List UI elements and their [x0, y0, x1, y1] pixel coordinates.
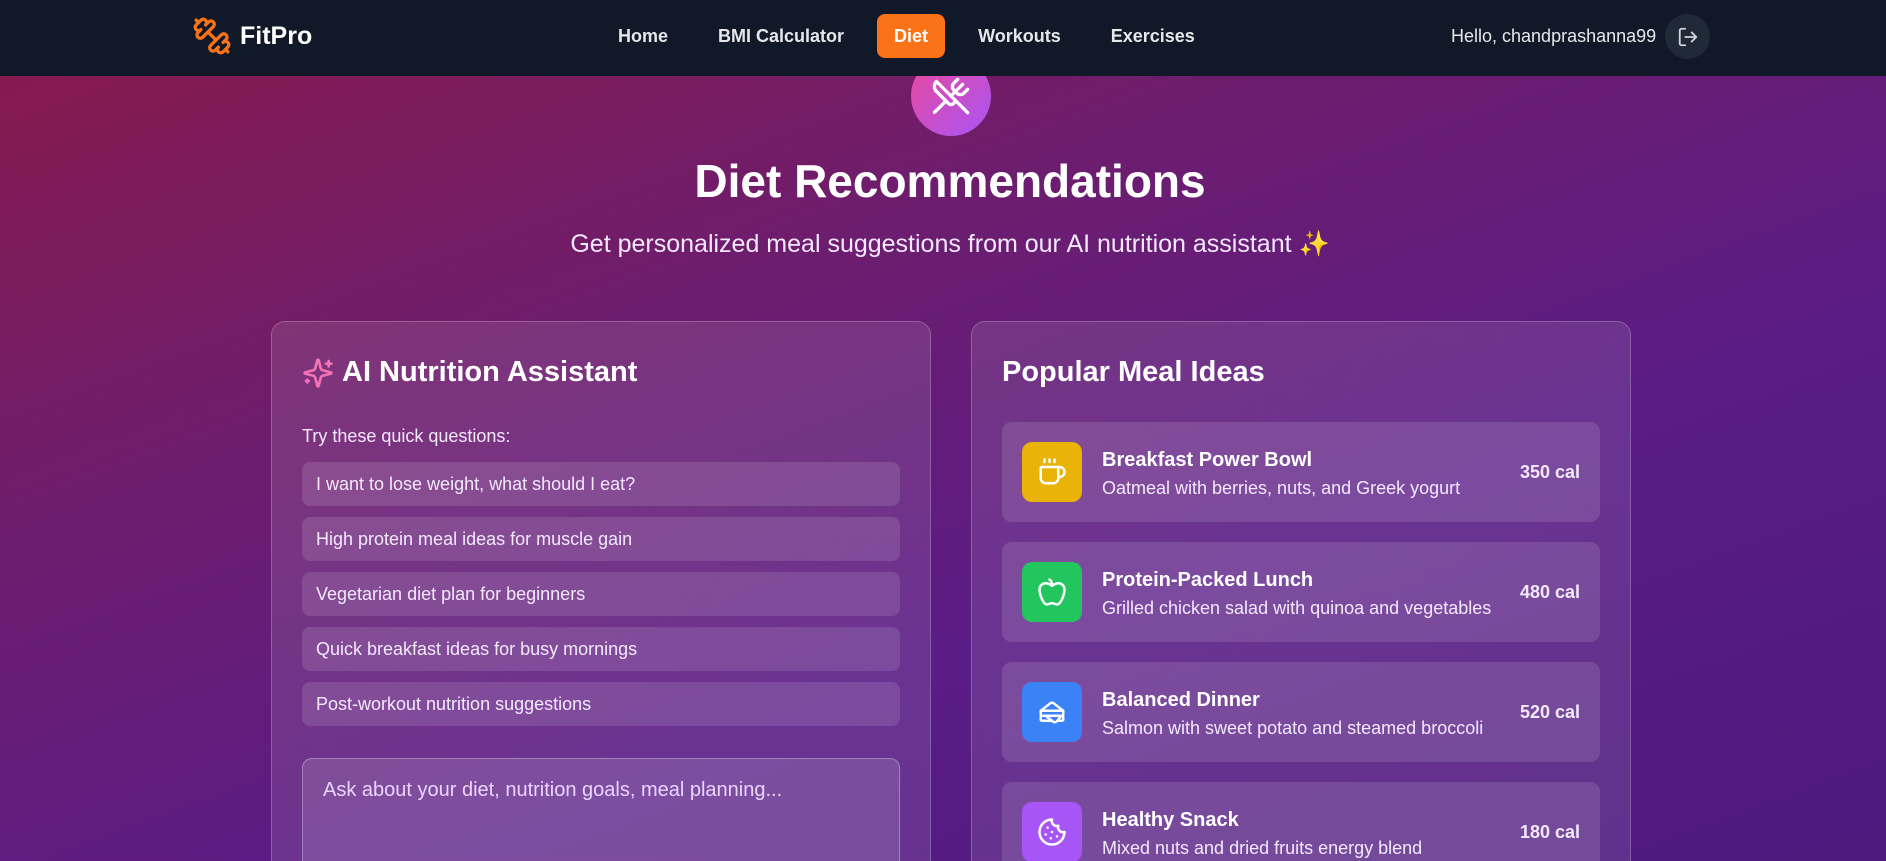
nav-home[interactable]: Home: [601, 14, 685, 58]
meals-title-text: Popular Meal Ideas: [1002, 356, 1265, 388]
nav-exercises[interactable]: Exercises: [1094, 14, 1212, 58]
meal-card[interactable]: Healthy Snack Mixed nuts and dried fruit…: [1002, 782, 1600, 861]
nav-diet[interactable]: Diet: [877, 14, 946, 58]
logout-button[interactable]: [1665, 14, 1710, 59]
brand-name: FitPro: [240, 21, 313, 50]
nav-bmi-calculator[interactable]: BMI Calculator: [701, 14, 861, 58]
meal-name: Protein-Packed Lunch: [1102, 569, 1314, 591]
quick-question[interactable]: I want to lose weight, what should I eat…: [302, 462, 900, 506]
assistant-title-text: AI Nutrition Assistant: [342, 356, 638, 388]
meal-description: Mixed nuts and dried fruits energy blend: [1102, 838, 1423, 858]
popular-meals-card: Popular Meal Ideas Breakfast Power Bowl …: [971, 321, 1631, 861]
meal-calories: 520 cal: [1519, 702, 1580, 722]
meal-description: Salmon with sweet potato and steamed bro…: [1102, 718, 1484, 738]
page-title: Diet Recommendations: [694, 155, 1206, 207]
nav-workouts[interactable]: Workouts: [961, 14, 1078, 58]
sparkles-icon: [303, 357, 333, 388]
quick-questions-label: Try these quick questions:: [302, 426, 511, 446]
fork-knife-icon: [932, 77, 970, 115]
user-greeting: Hello, chandprashanna99: [1451, 26, 1657, 46]
quick-question[interactable]: Quick breakfast ideas for busy mornings: [302, 627, 900, 671]
diet-question-input[interactable]: [302, 758, 900, 861]
ai-assistant-card: AI Nutrition Assistant Try these quick q…: [271, 321, 931, 861]
page-subtitle: Get personalized meal suggestions from o…: [570, 230, 1330, 258]
sandwich-icon: [1039, 701, 1065, 724]
apple-icon: [1038, 578, 1066, 606]
quick-question[interactable]: High protein meal ideas for muscle gain: [302, 517, 900, 561]
top-navbar: FitPro Home BMI Calculator Diet Workouts…: [0, 0, 1886, 76]
assistant-title: AI Nutrition Assistant: [302, 356, 637, 389]
nav-links: Home BMI Calculator Diet Workouts Exerci…: [601, 14, 1228, 58]
brand-logo[interactable]: FitPro: [192, 16, 312, 56]
meal-calories: 350 cal: [1519, 462, 1580, 482]
meal-name: Healthy Snack: [1102, 809, 1239, 831]
meal-list: Breakfast Power Bowl Oatmeal with berrie…: [1002, 422, 1600, 861]
logout-icon: [1678, 27, 1697, 46]
meal-card[interactable]: Protein-Packed Lunch Grilled chicken sal…: [1002, 542, 1600, 642]
quick-questions-list: I want to lose weight, what should I eat…: [302, 462, 900, 737]
meal-icon-bg: [1022, 562, 1082, 622]
meal-calories: 480 cal: [1519, 582, 1580, 602]
meal-card[interactable]: Balanced Dinner Salmon with sweet potato…: [1002, 662, 1600, 762]
meal-description: Oatmeal with berries, nuts, and Greek yo…: [1102, 478, 1461, 498]
meal-description: Grilled chicken salad with quinoa and ve…: [1102, 598, 1492, 618]
cookie-icon: [1038, 818, 1066, 846]
meal-icon-bg: [1022, 442, 1082, 502]
meal-card[interactable]: Breakfast Power Bowl Oatmeal with berrie…: [1002, 422, 1600, 522]
meal-icon-bg: [1022, 682, 1082, 742]
meal-name: Breakfast Power Bowl: [1102, 449, 1313, 471]
coffee-icon: [1039, 458, 1066, 485]
meal-calories: 180 cal: [1519, 822, 1580, 842]
meals-title: Popular Meal Ideas: [1002, 356, 1265, 389]
quick-question[interactable]: Post-workout nutrition suggestions: [302, 682, 900, 726]
quick-question[interactable]: Vegetarian diet plan for beginners: [302, 572, 900, 616]
meal-icon-bg: [1022, 802, 1082, 861]
dumbbell-icon: [193, 17, 231, 55]
meal-name: Balanced Dinner: [1102, 689, 1260, 711]
